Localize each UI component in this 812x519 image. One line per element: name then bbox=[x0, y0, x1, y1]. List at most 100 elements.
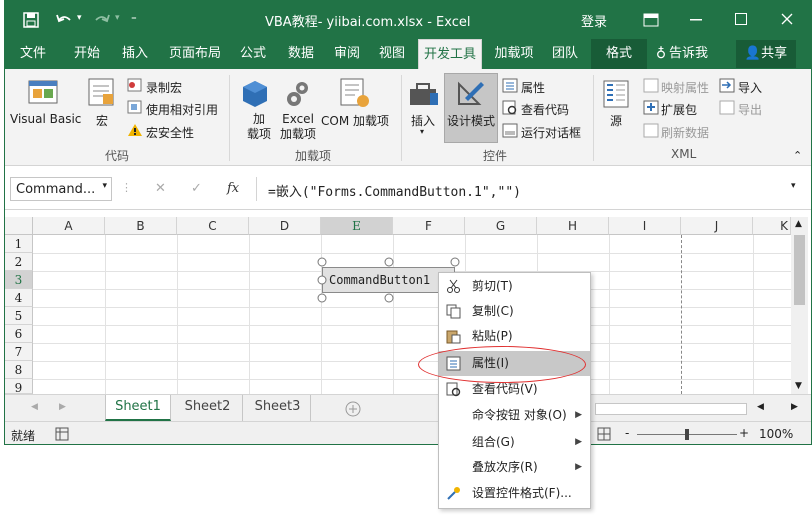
horizontal-scrollbar[interactable] bbox=[595, 403, 747, 415]
column-header[interactable]: H bbox=[537, 217, 609, 235]
column-header[interactable]: F bbox=[393, 217, 465, 235]
formula-input[interactable]: =嵌入("Forms.CommandButton.1","") bbox=[268, 181, 521, 200]
enter-icon[interactable]: ✓ bbox=[191, 181, 202, 196]
redo-dropdown-icon[interactable]: ▾ bbox=[115, 13, 120, 23]
scroll-down-icon[interactable]: ▼ bbox=[795, 381, 802, 391]
name-box[interactable]: Command... ▾ bbox=[10, 177, 112, 201]
row-header[interactable]: 7 bbox=[5, 343, 33, 361]
tab-formulas[interactable]: 公式 bbox=[233, 39, 273, 69]
addins-button[interactable]: 加 载项 bbox=[247, 112, 271, 142]
tab-format[interactable]: 格式 bbox=[591, 39, 647, 69]
xml-source-button[interactable]: 源 bbox=[610, 112, 622, 129]
tab-insert[interactable]: 插入 bbox=[115, 39, 155, 69]
export-button[interactable]: 导出 bbox=[738, 101, 762, 118]
refresh-data-button[interactable]: 刷新数据 bbox=[661, 124, 709, 141]
column-header[interactable]: A bbox=[33, 217, 105, 235]
sheet-tab[interactable]: Sheet2 bbox=[173, 395, 243, 421]
macros-button[interactable]: 宏 bbox=[96, 112, 108, 129]
maximize-icon[interactable] bbox=[735, 13, 747, 25]
import-button[interactable]: 导入 bbox=[738, 79, 762, 96]
row-header[interactable]: 3 bbox=[5, 271, 33, 289]
properties-button[interactable]: 属性 bbox=[521, 79, 545, 96]
menu-item-properties[interactable]: 属性(I) bbox=[439, 351, 590, 376]
scroll-thumb[interactable] bbox=[794, 235, 805, 305]
prev-sheet-icon[interactable]: ◀ bbox=[31, 402, 38, 412]
page-break-view-icon[interactable] bbox=[597, 427, 611, 441]
tab-file[interactable]: 文件 bbox=[11, 39, 55, 69]
redo-icon[interactable] bbox=[93, 12, 111, 28]
column-header[interactable]: K bbox=[753, 217, 791, 235]
menu-item-cut[interactable]: 剪切(T) bbox=[439, 274, 590, 299]
column-header[interactable]: J bbox=[681, 217, 753, 235]
expand-formula-icon[interactable]: ▾ bbox=[791, 181, 796, 191]
relative-reference-button[interactable]: 使用相对引用 bbox=[146, 101, 218, 118]
record-macro-button[interactable]: 录制宏 bbox=[146, 79, 182, 96]
minimize-icon[interactable] bbox=[690, 19, 702, 21]
menu-item-order[interactable]: 叠放次序(R) ▶ bbox=[439, 455, 590, 480]
excel-addins-button[interactable]: Excel 加载项 bbox=[280, 112, 316, 142]
zoom-in-button[interactable]: + bbox=[739, 426, 749, 440]
tab-developer[interactable]: 开发工具 bbox=[418, 39, 482, 69]
tab-review[interactable]: 审阅 bbox=[327, 39, 367, 69]
tab-home[interactable]: 开始 bbox=[67, 39, 107, 69]
row-header[interactable]: 5 bbox=[5, 307, 33, 325]
cancel-icon[interactable]: ✕ bbox=[155, 181, 166, 196]
sheet-tab[interactable]: Sheet3 bbox=[245, 395, 311, 421]
close-icon[interactable] bbox=[781, 13, 793, 25]
scroll-up-icon[interactable]: ▲ bbox=[795, 219, 802, 229]
save-icon[interactable] bbox=[23, 12, 39, 28]
insert-dropdown-icon[interactable]: ▾ bbox=[420, 127, 424, 136]
column-header[interactable]: C bbox=[177, 217, 249, 235]
column-header[interactable]: B bbox=[105, 217, 177, 235]
scroll-left-icon[interactable]: ◀ bbox=[757, 402, 764, 412]
add-sheet-icon[interactable] bbox=[345, 401, 361, 417]
column-header[interactable]: I bbox=[609, 217, 681, 235]
row-header[interactable]: 6 bbox=[5, 325, 33, 343]
name-box-dropdown-icon[interactable]: ▾ bbox=[102, 181, 107, 191]
visual-basic-button[interactable]: Visual Basic bbox=[10, 112, 81, 126]
row-header[interactable]: 8 bbox=[5, 361, 33, 379]
ribbon-display-icon[interactable] bbox=[643, 13, 659, 27]
undo-icon[interactable] bbox=[55, 12, 73, 28]
map-properties-button[interactable]: 映射属性 bbox=[661, 79, 709, 96]
login-link[interactable]: 登录 bbox=[581, 11, 607, 30]
column-header[interactable]: G bbox=[465, 217, 537, 235]
row-header[interactable]: 4 bbox=[5, 289, 33, 307]
column-header[interactable]: D bbox=[249, 217, 321, 235]
com-addins-button[interactable]: COM 加载项 bbox=[321, 112, 389, 129]
zoom-slider-thumb[interactable] bbox=[685, 429, 689, 440]
select-all-corner[interactable] bbox=[5, 217, 33, 235]
qat-customize-icon[interactable]: ⁼ bbox=[131, 13, 137, 26]
vertical-scrollbar[interactable]: ▲ ▼ bbox=[791, 217, 808, 394]
view-code-button[interactable]: 查看代码 bbox=[521, 101, 569, 118]
sheet-tab-active[interactable]: Sheet1 bbox=[105, 395, 171, 421]
design-mode-button[interactable]: 设计模式 bbox=[444, 73, 498, 143]
column-header[interactable]: E bbox=[321, 217, 393, 235]
tab-data[interactable]: 数据 bbox=[281, 39, 321, 69]
menu-item-view-code[interactable]: 查看代码(V) bbox=[439, 377, 590, 402]
zoom-level[interactable]: 100% bbox=[759, 427, 793, 441]
menu-item-group[interactable]: 组合(G) ▶ bbox=[439, 430, 590, 455]
expansion-pack-button[interactable]: 扩展包 bbox=[661, 101, 697, 118]
undo-dropdown-icon[interactable]: ▾ bbox=[77, 13, 82, 23]
collapse-ribbon-icon[interactable]: ⌃ bbox=[793, 149, 802, 162]
next-sheet-icon[interactable]: ▶ bbox=[59, 402, 66, 412]
menu-item-format-control[interactable]: 设置控件格式(F)... bbox=[439, 481, 590, 506]
tab-view[interactable]: 视图 bbox=[372, 39, 412, 69]
row-header[interactable]: 9 bbox=[5, 379, 33, 395]
insert-function-icon[interactable]: fx bbox=[227, 181, 239, 196]
share-button[interactable]: 👤共享 bbox=[736, 40, 796, 68]
macro-record-status-icon[interactable] bbox=[55, 427, 69, 441]
row-header[interactable]: 2 bbox=[5, 253, 33, 271]
zoom-out-button[interactable]: - bbox=[625, 426, 629, 440]
tab-page-layout[interactable]: 页面布局 bbox=[163, 39, 227, 69]
tab-addins[interactable]: 加载项 bbox=[488, 39, 540, 69]
tab-team[interactable]: 团队 bbox=[545, 39, 585, 69]
menu-item-paste[interactable]: 粘贴(P) bbox=[439, 324, 590, 349]
run-dialog-button[interactable]: 运行对话框 bbox=[521, 124, 581, 141]
worksheet-grid[interactable]: A B C D E F G H I J K 1 2 3 4 5 6 7 8 9 … bbox=[5, 210, 811, 395]
menu-item-copy[interactable]: 复制(C) bbox=[439, 299, 590, 324]
menu-item-command-button-object[interactable]: 命令按钮 对象(O) ▶ bbox=[439, 403, 590, 428]
scroll-right-icon[interactable]: ▶ bbox=[791, 402, 798, 412]
macro-security-button[interactable]: 宏安全性 bbox=[146, 124, 194, 141]
